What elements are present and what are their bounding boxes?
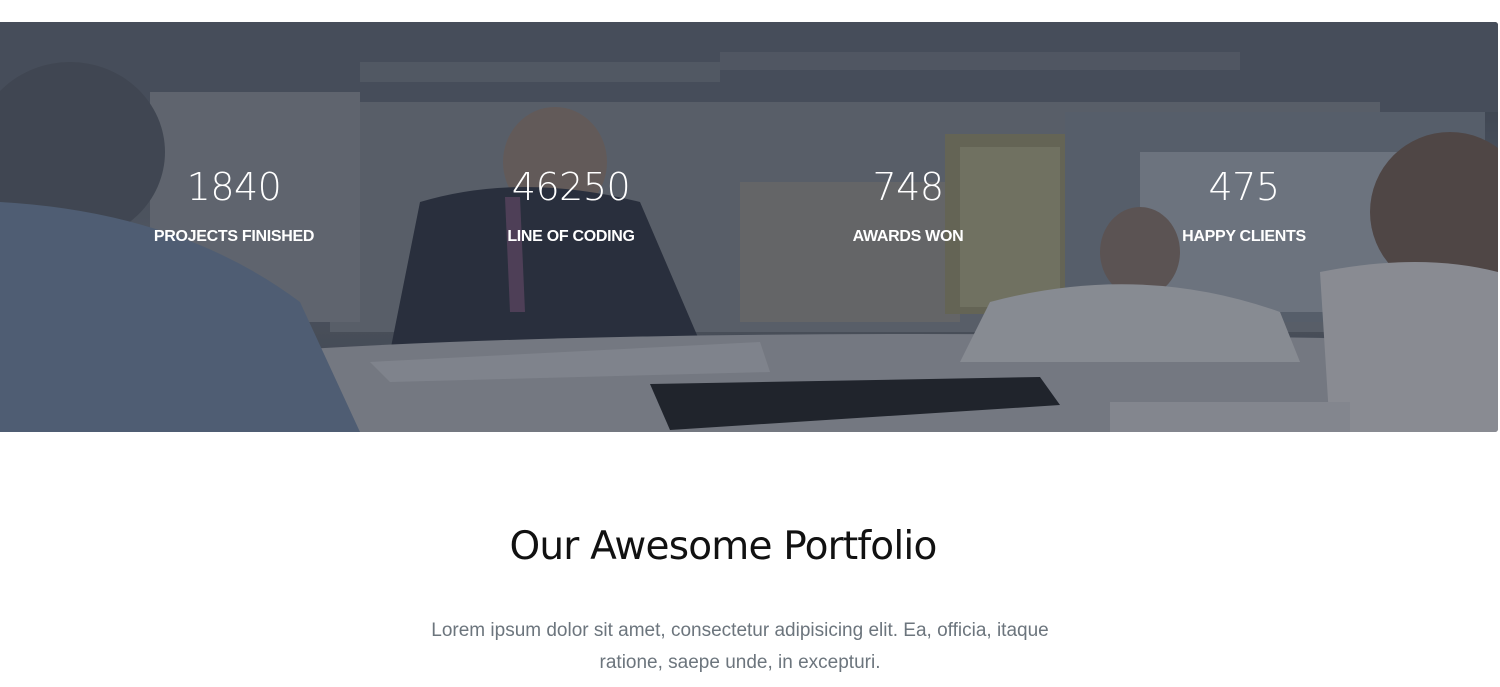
stat-label: LINE OF CODING [507, 228, 635, 245]
stat-awards-won: 748 AWARDS WON [778, 162, 1038, 246]
stat-happy-clients: 475 HAPPY CLIENTS [1114, 162, 1374, 246]
portfolio-section-description: Lorem ipsum dolor sit amet, consectetur … [431, 620, 1049, 673]
stats-banner: 1840 PROJECTS FINISHED 46250 LINE OF COD… [0, 22, 1498, 432]
page: 1840 PROJECTS FINISHED 46250 LINE OF COD… [0, 0, 1500, 687]
stat-line-of-coding: 46250 LINE OF CODING [441, 162, 701, 246]
stat-label: HAPPY CLIENTS [1182, 228, 1306, 245]
stat-number: 1840 [186, 165, 282, 209]
stat-label: AWARDS WON [852, 228, 964, 245]
stat-number: 46250 [511, 165, 631, 209]
stat-label: PROJECTS FINISHED [153, 228, 315, 245]
stat-number: 475 [1208, 165, 1280, 209]
stat-number: 748 [872, 165, 944, 209]
portfolio-section-title: Our Awesome Portfolio [509, 524, 937, 569]
stat-projects-finished: 1840 PROJECTS FINISHED [104, 162, 364, 246]
